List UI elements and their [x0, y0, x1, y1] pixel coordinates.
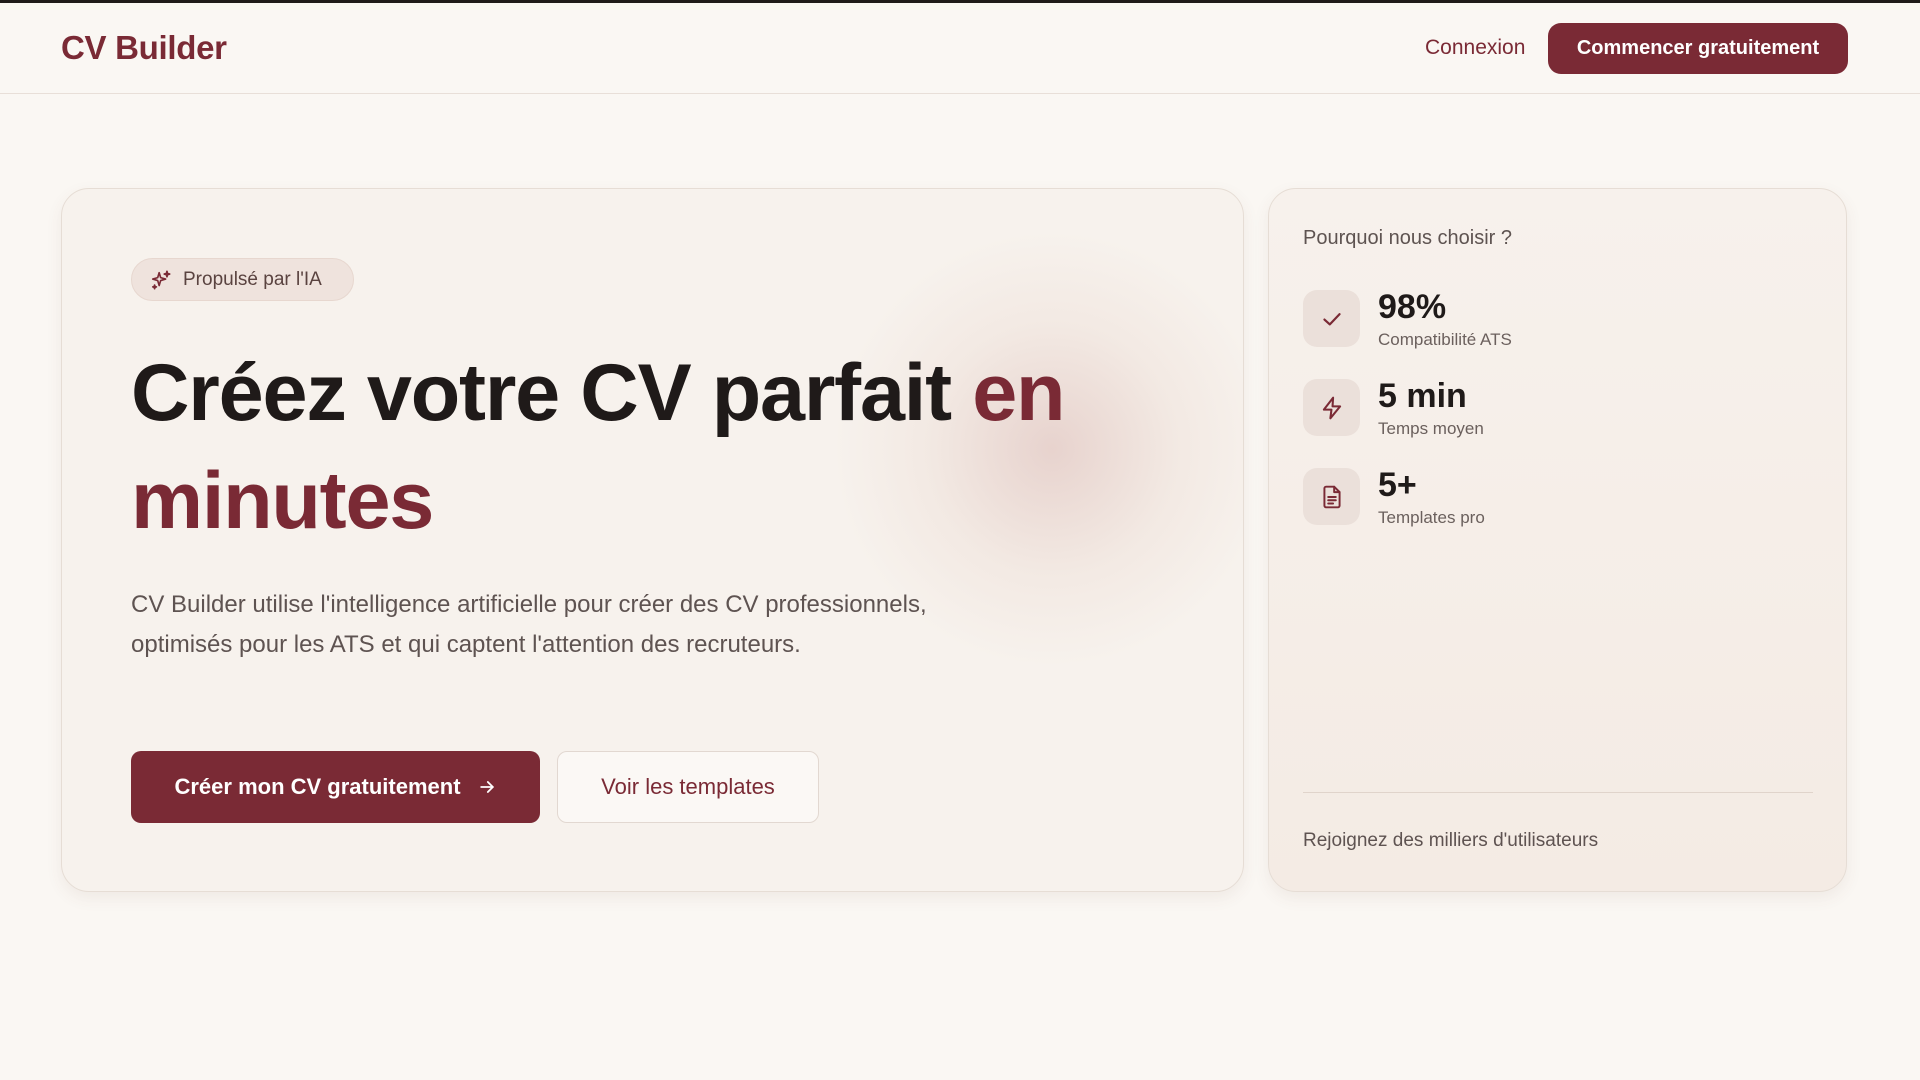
create-cv-button[interactable]: Créer mon CV gratuitement	[131, 751, 540, 823]
hero-headline: Créez votre CV parfait en minutes	[131, 339, 1211, 555]
stat-label: Compatibilité ATS	[1378, 330, 1512, 349]
start-free-button[interactable]: Commencer gratuitement	[1548, 23, 1848, 74]
create-cv-button-label: Créer mon CV gratuitement	[174, 774, 461, 799]
ai-badge: Propulsé par l'IA	[131, 258, 354, 301]
logo[interactable]: CV Builder	[61, 29, 227, 67]
ai-badge-label: Propulsé par l'IA	[183, 268, 322, 290]
check-icon	[1303, 290, 1360, 347]
hero-card: Propulsé par l'IA Créez votre CV parfait…	[61, 188, 1244, 892]
stat-time: 5 min Temps moyen	[1303, 377, 1803, 439]
stat-ats: 98% Compatibilité ATS	[1303, 288, 1803, 350]
sparkles-icon	[151, 269, 171, 290]
login-link[interactable]: Connexion	[1425, 36, 1525, 60]
arrow-right-icon	[477, 777, 497, 797]
stat-templates: 5+ Templates pro	[1303, 466, 1803, 528]
stat-value: 98%	[1378, 288, 1447, 326]
site-header: CV Builder Connexion Commencer gratuitem…	[0, 3, 1920, 94]
document-icon	[1303, 468, 1360, 525]
hero-description: CV Builder utilise l'intelligence artifi…	[131, 591, 927, 658]
stat-value: 5 min	[1378, 377, 1467, 415]
side-divider	[1303, 792, 1813, 793]
view-templates-button[interactable]: Voir les templates	[557, 751, 819, 823]
side-title: Pourquoi nous choisir ?	[1303, 227, 1513, 249]
stat-value: 5+	[1378, 466, 1417, 504]
why-choose-us-card: Pourquoi nous choisir ? 98% Compatibilit…	[1268, 188, 1847, 892]
stat-label: Templates pro	[1378, 508, 1485, 527]
stat-label: Temps moyen	[1378, 419, 1484, 438]
headline-main: Créez votre CV parfait	[131, 348, 973, 438]
lightning-icon	[1303, 379, 1360, 436]
join-text: Rejoignez des milliers d'utilisateurs	[1303, 830, 1599, 851]
